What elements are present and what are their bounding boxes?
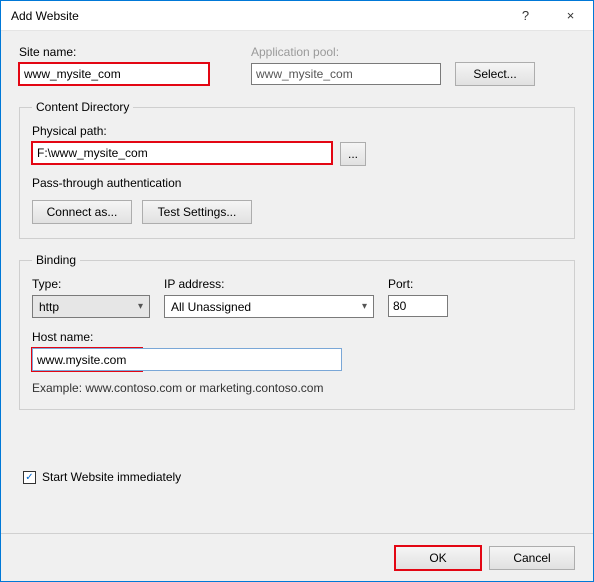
cancel-button[interactable]: Cancel bbox=[489, 546, 575, 570]
start-immediately-label: Start Website immediately bbox=[42, 470, 181, 484]
physical-path-input[interactable] bbox=[32, 142, 332, 164]
ip-select[interactable]: All Unassigned ▾ bbox=[164, 295, 374, 318]
host-name-input[interactable] bbox=[32, 348, 342, 371]
browse-path-button[interactable]: ... bbox=[340, 142, 366, 166]
window-title: Add Website bbox=[11, 9, 503, 23]
auth-mode-label: Pass-through authentication bbox=[32, 176, 562, 190]
content-directory-legend: Content Directory bbox=[32, 100, 133, 114]
port-input[interactable] bbox=[388, 295, 448, 317]
ok-button[interactable]: OK bbox=[395, 546, 481, 570]
physical-path-label: Physical path: bbox=[32, 124, 107, 138]
port-label: Port: bbox=[388, 277, 458, 291]
binding-legend: Binding bbox=[32, 253, 80, 267]
host-example-label: Example: www.contoso.com or marketing.co… bbox=[32, 381, 562, 395]
help-button[interactable]: ? bbox=[503, 1, 548, 31]
select-app-pool-button[interactable]: Select... bbox=[455, 62, 535, 86]
host-name-label: Host name: bbox=[32, 330, 93, 344]
test-settings-button[interactable]: Test Settings... bbox=[142, 200, 252, 224]
add-website-dialog: Add Website ? × Site name: Application p… bbox=[0, 0, 594, 582]
app-pool-label: Application pool: bbox=[251, 45, 441, 59]
type-select[interactable]: http ▾ bbox=[32, 295, 150, 318]
close-button[interactable]: × bbox=[548, 1, 593, 31]
site-name-input[interactable] bbox=[19, 63, 209, 85]
site-name-label: Site name: bbox=[19, 45, 237, 59]
start-immediately-checkbox[interactable]: ✓ bbox=[23, 471, 36, 484]
ip-value: All Unassigned bbox=[171, 300, 251, 314]
app-pool-input bbox=[251, 63, 441, 85]
chevron-down-icon: ▾ bbox=[362, 301, 367, 312]
titlebar: Add Website ? × bbox=[1, 1, 593, 31]
chevron-down-icon: ▾ bbox=[138, 301, 143, 312]
type-label: Type: bbox=[32, 277, 150, 291]
content-directory-group: Content Directory Physical path: ... Pas… bbox=[19, 100, 575, 239]
binding-group: Binding Type: http ▾ IP address: All Una… bbox=[19, 253, 575, 410]
dialog-footer: OK Cancel bbox=[1, 533, 593, 581]
type-value: http bbox=[39, 300, 59, 314]
ip-label: IP address: bbox=[164, 277, 374, 291]
connect-as-button[interactable]: Connect as... bbox=[32, 200, 132, 224]
